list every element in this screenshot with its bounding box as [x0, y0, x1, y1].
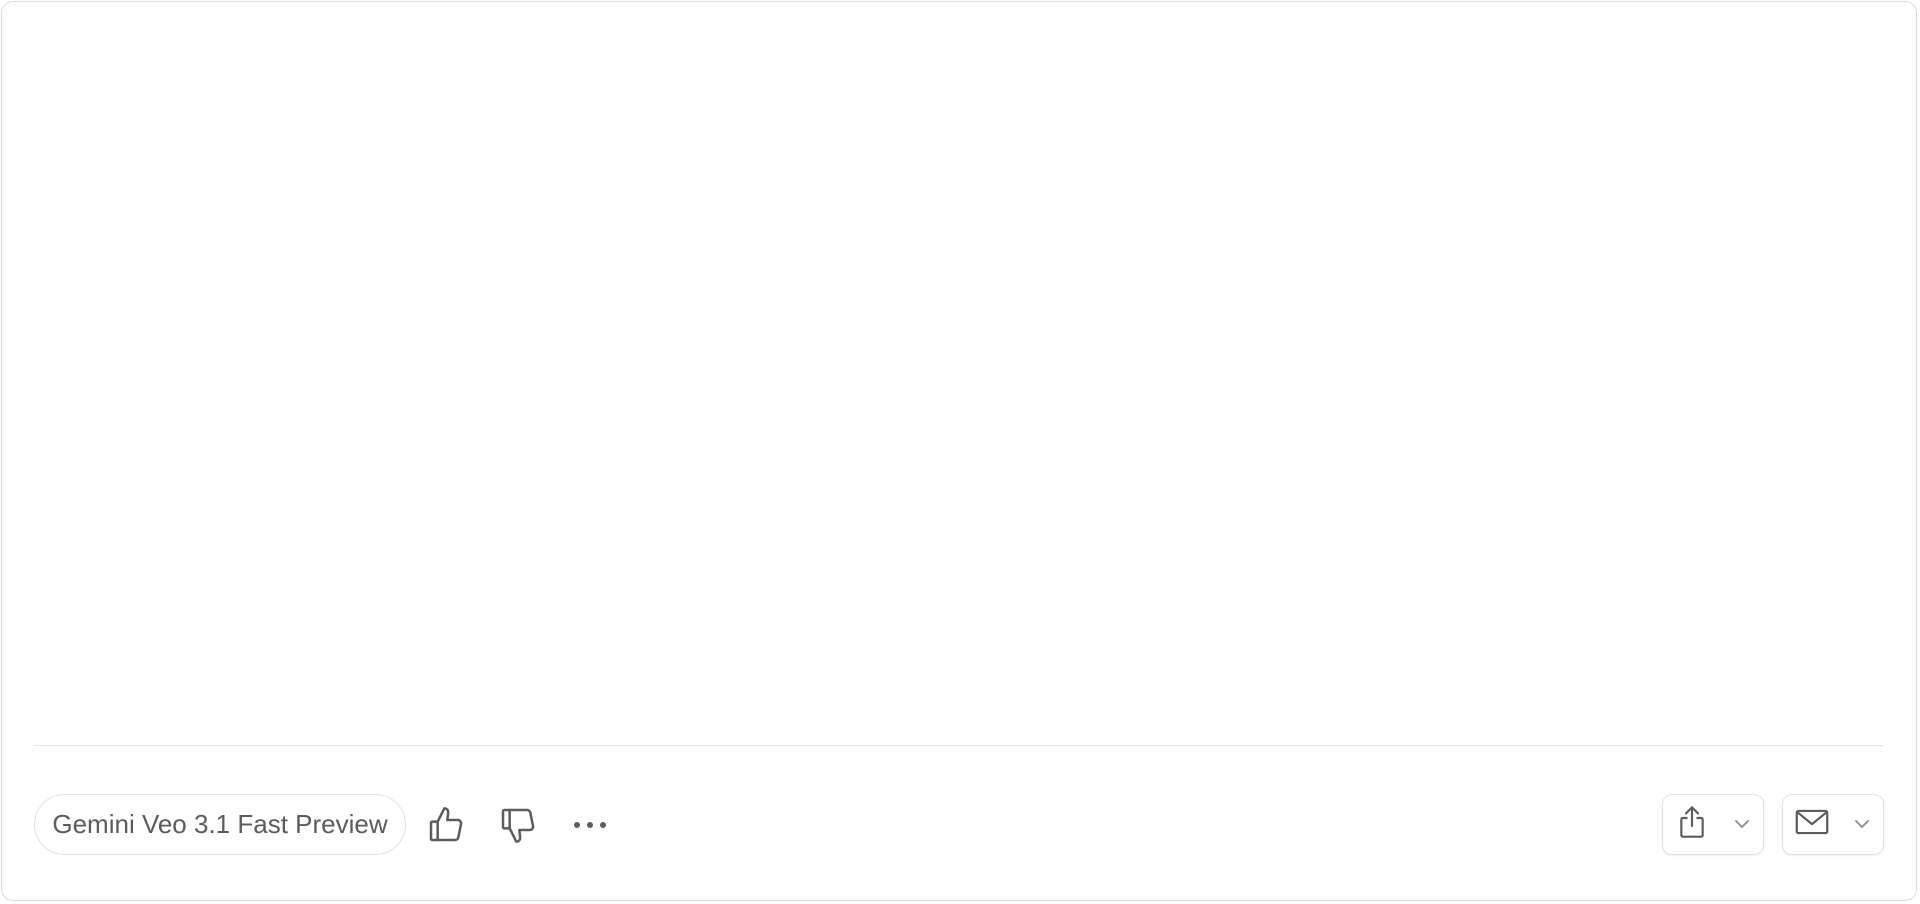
more-options-button[interactable]	[562, 794, 618, 855]
media-content-area	[34, 2, 1884, 745]
email-options-dropdown[interactable]	[1841, 795, 1883, 854]
chevron-down-icon	[1734, 816, 1750, 834]
email-button[interactable]	[1783, 795, 1841, 854]
footer-divider	[34, 745, 1884, 746]
model-selector-pill[interactable]: Gemini Veo 3.1 Fast Preview	[34, 794, 406, 855]
share-split-button	[1662, 794, 1764, 855]
response-footer: Gemini Veo 3.1 Fast Preview	[34, 794, 1884, 857]
model-label: Gemini Veo 3.1 Fast Preview	[52, 809, 388, 839]
share-button[interactable]	[1663, 795, 1721, 854]
response-card: Gemini Veo 3.1 Fast Preview	[1, 1, 1917, 901]
thumbs-up-icon	[426, 805, 466, 845]
thumbs-down-icon	[498, 805, 538, 845]
thumbs-down-button[interactable]	[490, 794, 546, 855]
email-split-button	[1782, 794, 1884, 855]
thumbs-up-button[interactable]	[418, 794, 474, 855]
mail-icon	[1794, 807, 1830, 842]
share-options-dropdown[interactable]	[1721, 795, 1763, 854]
chevron-down-icon	[1854, 816, 1870, 834]
share-icon	[1676, 804, 1708, 845]
more-horizontal-icon	[572, 819, 608, 831]
